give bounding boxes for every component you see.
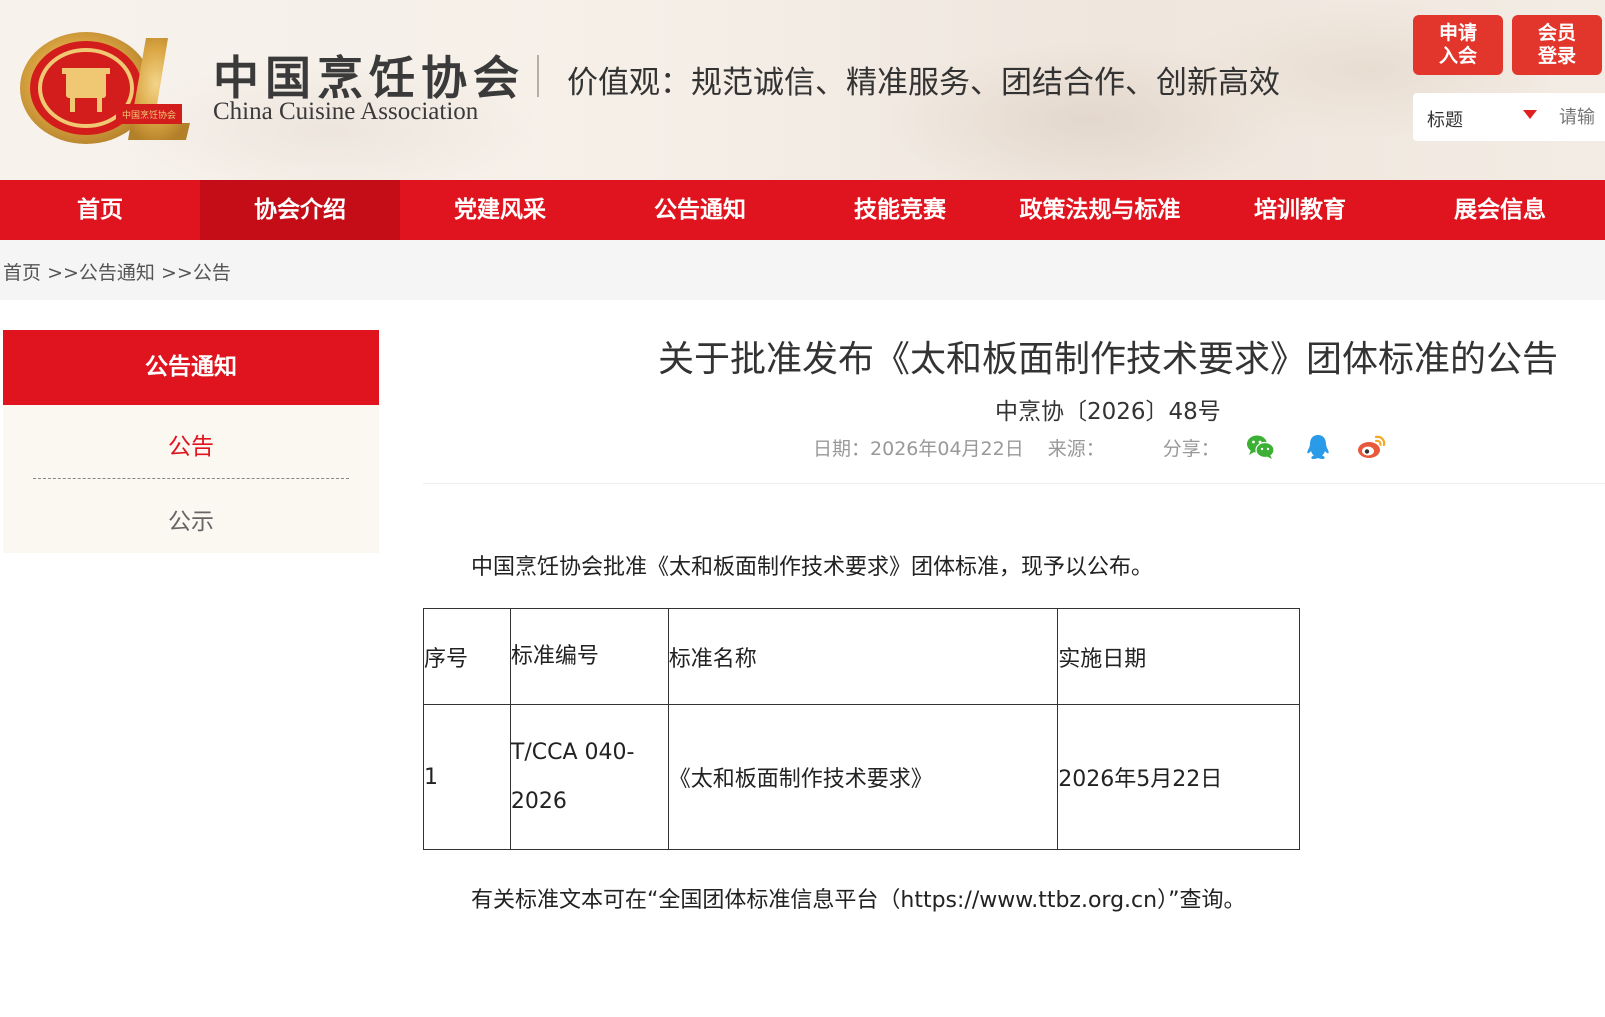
breadcrumb-bar: 首页 >>公告通知 >>公告	[0, 240, 1605, 300]
apply-button-line1: 申请	[1438, 22, 1477, 44]
search-box: 标题	[1413, 93, 1605, 141]
nav-item-exhibitions[interactable]: 展会信息	[1400, 180, 1600, 240]
table-header-cell: 标准名称	[667, 608, 1059, 705]
share-label: 分享：	[1162, 438, 1220, 460]
nav-item-training[interactable]: 培训教育	[1200, 180, 1400, 240]
member-login-button[interactable]: 会员 登录	[1512, 15, 1602, 75]
standards-table: 序号 标准编号 标准名称 实施日期 1 T/CCA 040-2026 《太和板面…	[423, 608, 1300, 850]
search-field-select[interactable]: 标题	[1427, 106, 1463, 132]
site-header: 中国烹饪协会 中国烹饪协会 China Cuisine Association …	[0, 0, 1605, 180]
breadcrumb-notice[interactable]: 公告	[193, 262, 231, 284]
meta-divider	[423, 483, 1605, 484]
qq-icon[interactable]	[1303, 433, 1333, 461]
header-divider	[537, 55, 539, 97]
breadcrumb: 首页 >>公告通知 >>公告	[3, 258, 231, 285]
breadcrumb-home[interactable]: 首页	[3, 262, 41, 284]
date-value: 2026年04月22日	[870, 438, 1024, 460]
table-cell-standard-code: T/CCA 040-2026	[509, 704, 669, 850]
table-row: 1 T/CCA 040-2026 《太和板面制作技术要求》 2026年5月22日	[423, 704, 1300, 850]
breadcrumb-separator: >>	[47, 262, 79, 284]
article-meta: 日期：2026年04月22日 来源： 分享：	[813, 434, 1220, 461]
article-title: 关于批准发布《太和板面制作技术要求》团体标准的公告	[657, 339, 1558, 380]
svg-text:中国烹饪协会: 中国烹饪协会	[122, 109, 176, 121]
table-cell-index: 1	[423, 704, 511, 850]
table-header-cell: 实施日期	[1057, 608, 1300, 705]
sidebar-item-public-notice[interactable]: 公示	[3, 502, 379, 536]
nav-item-announcements[interactable]: 公告通知	[600, 180, 800, 240]
breadcrumb-announcements[interactable]: 公告通知	[79, 262, 155, 284]
search-input[interactable]	[1559, 103, 1605, 131]
main-nav: 首页 协会介绍 党建风采 公告通知 技能竞赛 政策法规与标准 培训教育 展会信息	[0, 180, 1605, 240]
sidebar-item-notice[interactable]: 公告	[3, 427, 379, 461]
nav-item-home[interactable]: 首页	[0, 180, 200, 240]
breadcrumb-separator: >>	[160, 262, 193, 284]
association-logo-icon[interactable]: 中国烹饪协会	[18, 28, 190, 148]
table-header-row: 序号 标准编号 标准名称 实施日期	[423, 608, 1300, 705]
table-cell-effective-date: 2026年5月22日	[1057, 704, 1300, 850]
document-number: 中烹协〔2026〕48号	[995, 399, 1221, 425]
date-label: 日期：	[813, 438, 871, 460]
apply-membership-button[interactable]: 申请 入会	[1413, 15, 1503, 75]
nav-item-party-building[interactable]: 党建风采	[400, 180, 600, 240]
chevron-down-icon[interactable]	[1523, 110, 1537, 119]
login-button-line2: 登录	[1537, 45, 1576, 67]
article-paragraph-intro: 中国烹饪协会批准《太和板面制作技术要求》团体标准，现予以公布。	[471, 555, 1154, 580]
site-name-english[interactable]: China Cuisine Association	[213, 98, 478, 126]
nav-item-about[interactable]: 协会介绍	[200, 180, 400, 240]
article-paragraph-platform: 有关标准文本可在“全国团体标准信息平台（https://www.ttbz.org…	[471, 888, 1246, 913]
table-header-cell: 标准编号	[509, 608, 669, 705]
table-cell-standard-name: 《太和板面制作技术要求》	[667, 704, 1059, 850]
sidebar-menu: 公告 公示	[3, 405, 379, 553]
nav-item-skill-competition[interactable]: 技能竞赛	[800, 180, 1000, 240]
sidebar-title: 公告通知	[3, 330, 379, 405]
wechat-icon[interactable]	[1245, 433, 1275, 461]
slogan: 价值观：规范诚信、精准服务、团结合作、创新高效	[567, 65, 1280, 101]
login-button-line1: 会员	[1537, 22, 1576, 44]
source-label: 来源：	[1047, 438, 1105, 460]
table-header-cell: 序号	[423, 608, 511, 705]
apply-button-line2: 入会	[1438, 45, 1477, 67]
nav-item-policies-standards[interactable]: 政策法规与标准	[1000, 180, 1200, 240]
sidebar-divider	[33, 478, 349, 479]
weibo-icon[interactable]	[1357, 433, 1387, 461]
